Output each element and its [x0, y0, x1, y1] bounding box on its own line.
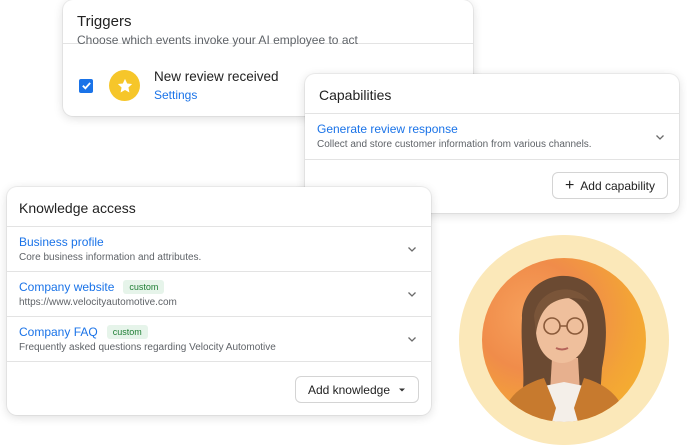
person-portrait-image: [502, 275, 626, 422]
check-icon: [81, 82, 91, 90]
trigger-name: New review received: [154, 69, 279, 84]
caret-down-icon: [399, 388, 405, 391]
knowledge-card: Knowledge access Business profile Core b…: [7, 187, 431, 415]
trigger-item: New review received Settings: [79, 69, 279, 102]
capability-item-title[interactable]: Generate review response: [317, 122, 667, 136]
knowledge-item-description: Core business information and attributes…: [19, 252, 202, 263]
chevron-down-icon[interactable]: [655, 132, 665, 142]
knowledge-item-title[interactable]: Company FAQ: [19, 325, 98, 339]
knowledge-header: Knowledge access: [7, 187, 431, 227]
knowledge-item-description: Frequently asked questions regarding Vel…: [19, 342, 276, 353]
knowledge-item-company-faq[interactable]: Company FAQ custom Frequently asked ques…: [7, 317, 431, 362]
knowledge-item-title[interactable]: Business profile: [19, 235, 104, 249]
plus-icon: +: [564, 176, 575, 194]
star-icon: [109, 70, 140, 101]
knowledge-item-description: https://www.velocityautomotive.com: [19, 297, 177, 308]
add-capability-label: Add capability: [580, 178, 655, 193]
triggers-header: Triggers Choose which events invoke your…: [63, 0, 473, 47]
knowledge-item-title[interactable]: Company website: [19, 280, 114, 294]
add-capability-button[interactable]: + Add capability: [551, 172, 668, 199]
trigger-settings-link[interactable]: Settings: [154, 88, 279, 102]
chevron-down-icon[interactable]: [407, 334, 417, 344]
custom-badge: custom: [123, 280, 165, 294]
triggers-title: Triggers: [77, 13, 132, 30]
chevron-down-icon[interactable]: [407, 244, 417, 254]
knowledge-item-business-profile[interactable]: Business profile Core business informati…: [7, 227, 431, 272]
triggers-subtitle: Choose which events invoke your AI emplo…: [77, 33, 358, 47]
add-knowledge-button[interactable]: Add knowledge: [294, 376, 419, 403]
capabilities-title: Capabilities: [319, 87, 392, 103]
capability-item[interactable]: Generate review response Collect and sto…: [305, 114, 679, 160]
chevron-down-icon[interactable]: [407, 289, 417, 299]
capabilities-header: Capabilities: [305, 74, 679, 114]
avatar: [482, 258, 646, 422]
custom-badge: custom: [106, 325, 148, 339]
trigger-checkbox[interactable]: [79, 78, 93, 93]
knowledge-item-company-website[interactable]: Company website custom https://www.veloc…: [7, 272, 431, 317]
add-knowledge-label: Add knowledge: [307, 382, 390, 397]
capability-item-description: Collect and store customer information f…: [317, 139, 592, 150]
knowledge-title: Knowledge access: [19, 200, 136, 216]
